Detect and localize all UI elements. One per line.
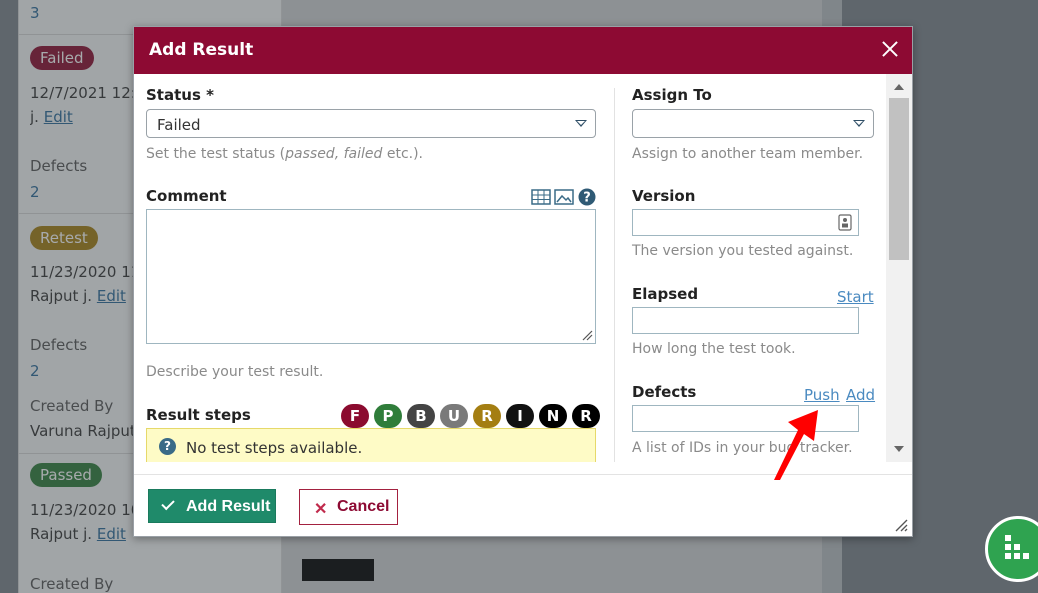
status-select-value: Failed <box>157 116 201 134</box>
grid-dots-icon <box>1005 535 1011 541</box>
resize-handle-icon[interactable] <box>581 329 593 341</box>
assign-to-hint: Assign to another team member. <box>632 146 864 162</box>
check-icon <box>161 496 175 511</box>
comment-textarea[interactable] <box>146 209 596 344</box>
close-icon: ✕ <box>314 501 328 518</box>
dialog-body: Status * Failed Set the test status (pas… <box>134 74 912 462</box>
created-by-label: Created By <box>30 575 114 593</box>
floating-widget-button[interactable] <box>985 516 1038 582</box>
comment-label: Comment <box>146 187 227 205</box>
status-badge: Retest <box>30 226 98 250</box>
status-hint: Set the test status (passed, failed etc.… <box>146 146 424 162</box>
version-label: Version <box>632 187 696 205</box>
version-input[interactable] <box>632 209 859 236</box>
chevron-down-icon <box>853 120 865 127</box>
table-icon[interactable] <box>531 189 551 205</box>
elapsed-input[interactable] <box>632 307 859 334</box>
contact-card-icon[interactable] <box>838 214 852 231</box>
step-status-blocked[interactable]: B <box>407 404 435 428</box>
dialog-footer: Add Result ✕ Cancel <box>134 474 912 536</box>
scroll-up-icon[interactable] <box>894 84 904 90</box>
comment-hint: Describe your test result. <box>146 364 324 380</box>
status-label: Status * <box>146 86 214 104</box>
image-icon[interactable] <box>554 189 574 205</box>
svg-text:?: ? <box>583 191 591 206</box>
step-status-failed[interactable]: F <box>341 404 369 428</box>
assign-to-select[interactable] <box>632 109 874 138</box>
edit-result-link[interactable]: Edit <box>44 108 73 126</box>
edit-result-link[interactable]: Edit <box>97 525 126 543</box>
assign-to-label: Assign To <box>632 86 712 104</box>
step-status-r[interactable]: R <box>572 404 600 428</box>
chevron-down-icon <box>575 120 587 127</box>
cancel-button[interactable]: ✕ Cancel <box>299 489 398 525</box>
no-steps-message: No test steps available. <box>186 439 363 457</box>
redacted-block <box>302 559 374 581</box>
elapsed-hint: How long the test took. <box>632 341 796 357</box>
step-status-passed[interactable]: P <box>374 404 402 428</box>
edit-result-link[interactable]: Edit <box>97 287 126 305</box>
version-hint: The version you tested against. <box>632 243 854 259</box>
status-badge: Failed <box>30 46 94 70</box>
help-icon[interactable]: ? <box>578 188 596 206</box>
dialog-title: Add Result <box>149 40 254 60</box>
scroll-down-icon[interactable] <box>894 446 904 452</box>
no-steps-notice: ? No test steps available. <box>146 428 596 462</box>
add-result-dialog: Add Result Status * Failed Set the test … <box>133 26 913 537</box>
add-result-button[interactable]: Add Result <box>148 489 276 523</box>
step-status-untested[interactable]: U <box>440 404 468 428</box>
defects-input[interactable] <box>632 405 859 432</box>
step-status-i[interactable]: I <box>506 404 534 428</box>
step-status-retest[interactable]: R <box>473 404 501 428</box>
defects-hint: A list of IDs in your bug tracker. <box>632 440 853 456</box>
dialog-resize-handle-icon[interactable] <box>894 518 908 532</box>
elapsed-label: Elapsed <box>632 285 699 303</box>
result-steps-label: Result steps <box>146 406 251 424</box>
status-select[interactable]: Failed <box>146 109 596 138</box>
status-badge: Passed <box>30 463 102 487</box>
defects-push-link[interactable]: Push <box>804 386 840 404</box>
dialog-header: Add Result <box>134 27 912 74</box>
step-status-n[interactable]: N <box>539 404 567 428</box>
scrollbar-thumb[interactable] <box>889 98 909 260</box>
close-icon[interactable] <box>878 37 902 61</box>
column-divider <box>614 88 615 462</box>
top-count[interactable]: 3 <box>30 2 280 24</box>
defects-label: Defects <box>632 383 697 401</box>
defects-add-link[interactable]: Add <box>846 386 875 404</box>
elapsed-start-link[interactable]: Start <box>837 288 874 306</box>
help-icon: ? <box>159 438 176 455</box>
dialog-scrollbar[interactable] <box>886 74 912 462</box>
